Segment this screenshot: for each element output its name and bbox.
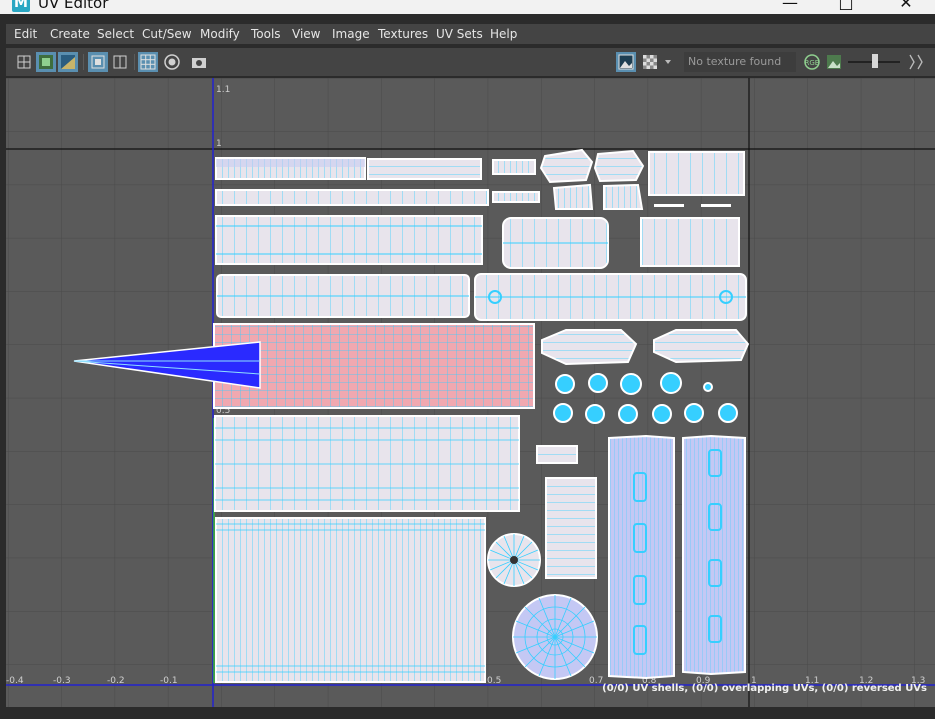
uv-shell[interactable] (541, 329, 638, 366)
toolbar: No texture found RGB (6, 48, 935, 76)
uv-distortion-icon[interactable] (58, 52, 78, 72)
uv-circle-shell[interactable] (660, 372, 682, 394)
uv-shell[interactable] (603, 183, 644, 210)
uv-circle-shell[interactable] (652, 404, 672, 424)
uv-circle-shell[interactable] (585, 404, 605, 424)
x-tick: -0.3 (53, 676, 71, 686)
uv-circle-shell[interactable] (588, 373, 608, 393)
toolbar-separator (134, 54, 135, 70)
uv-shell-strip (654, 204, 684, 207)
menu-tools[interactable]: Tools (251, 27, 281, 41)
uv-shell-band (216, 159, 365, 167)
uv-shell[interactable] (215, 189, 489, 206)
menu-create[interactable]: Create (50, 27, 90, 41)
uv-circle-shell[interactable] (555, 374, 575, 394)
uv-shell[interactable] (552, 183, 594, 210)
uv-circle-shell[interactable] (684, 403, 704, 423)
menu-uv-sets[interactable]: UV Sets (436, 27, 483, 41)
uv-shell[interactable] (640, 217, 740, 267)
uv-viewport[interactable]: 1.1 1 0.5 -0.4 -0.3 -0.2 -0.1 0.5 0.7 0.… (6, 78, 935, 707)
image-display-icon[interactable] (616, 52, 636, 72)
uv-status-text: (0/0) UV shells, (0/0) overlapping UVs, … (602, 683, 927, 694)
dropdown-icon[interactable] (662, 52, 674, 72)
uv-circle-shell[interactable] (553, 403, 573, 423)
grid-icon[interactable] (138, 52, 158, 72)
uv-shell[interactable] (653, 329, 750, 364)
grid-frame-icon[interactable] (88, 52, 108, 72)
uv-shaded-icon[interactable] (36, 52, 56, 72)
maximize-button[interactable]: □ (826, 0, 866, 13)
menu-view[interactable]: View (292, 27, 320, 41)
menu-help[interactable]: Help (490, 27, 517, 41)
uv-shell[interactable] (593, 149, 645, 183)
image-icon[interactable] (824, 52, 844, 72)
uv-disk-edges (513, 595, 597, 679)
x-tick: -0.4 (6, 676, 24, 686)
selected-uv-shell[interactable] (213, 323, 535, 409)
uv-shell-strip (701, 204, 731, 207)
title-bar: M UV Editor — □ ✕ (0, 0, 935, 14)
pivot-icon[interactable] (162, 52, 182, 72)
maya-app-icon: M (12, 0, 30, 12)
texture-field[interactable]: No texture found (684, 52, 796, 72)
rgb-channel-icon[interactable]: RGB (802, 52, 822, 72)
uv-shell[interactable] (492, 191, 540, 203)
uv-shell[interactable] (492, 159, 536, 175)
gamma-icon[interactable] (906, 52, 926, 72)
window-title: UV Editor (38, 0, 109, 12)
menu-edit[interactable]: Edit (14, 27, 37, 41)
uv-shell[interactable] (367, 158, 482, 180)
uv-shell[interactable] (215, 517, 486, 683)
uv-circle-shell[interactable] (620, 373, 642, 395)
title-spacer (0, 14, 935, 24)
x-tick: 0.5 (487, 676, 501, 686)
minimize-button[interactable]: — (770, 0, 810, 13)
y-tick: 1 (216, 139, 222, 149)
menu-select[interactable]: Select (97, 27, 134, 41)
menu-textures[interactable]: Textures (378, 27, 428, 41)
uv-canvas[interactable]: 1.1 1 0.5 -0.4 -0.3 -0.2 -0.1 0.5 0.7 0.… (6, 78, 935, 707)
uv-shell-icon[interactable] (14, 52, 34, 72)
uv-shell[interactable] (545, 477, 597, 579)
svg-text:RGB: RGB (804, 59, 819, 67)
menu-cut-sew[interactable]: Cut/Sew (142, 27, 192, 41)
x-tick: -0.1 (160, 676, 178, 686)
menu-bar: Edit Create Select Cut/Sew Modify Tools … (6, 24, 935, 44)
uv-shell[interactable] (539, 148, 594, 184)
snapshot-icon[interactable] (189, 52, 209, 72)
uv-circle-shell[interactable] (718, 403, 738, 423)
uv-shell[interactable] (648, 151, 745, 196)
uv-shell[interactable] (214, 415, 520, 512)
uv-disk-hole (510, 556, 518, 564)
uv-shell[interactable] (536, 445, 578, 464)
uv-circle-shell[interactable] (618, 404, 638, 424)
uv-shell[interactable] (215, 215, 483, 265)
bottom-border (0, 707, 935, 719)
uv-shell[interactable] (682, 434, 746, 676)
menu-image[interactable]: Image (332, 27, 370, 41)
close-button[interactable]: ✕ (886, 0, 926, 13)
y-tick: 1.1 (216, 85, 230, 95)
uv-circle-shell[interactable] (703, 382, 713, 392)
menu-modify[interactable]: Modify (200, 27, 240, 41)
checker-icon[interactable] (640, 52, 660, 72)
exposure-slider-handle[interactable] (872, 54, 878, 68)
toolbar-separator (83, 54, 84, 70)
x-tick: -0.2 (107, 676, 125, 686)
frame-selected-icon[interactable] (110, 52, 130, 72)
